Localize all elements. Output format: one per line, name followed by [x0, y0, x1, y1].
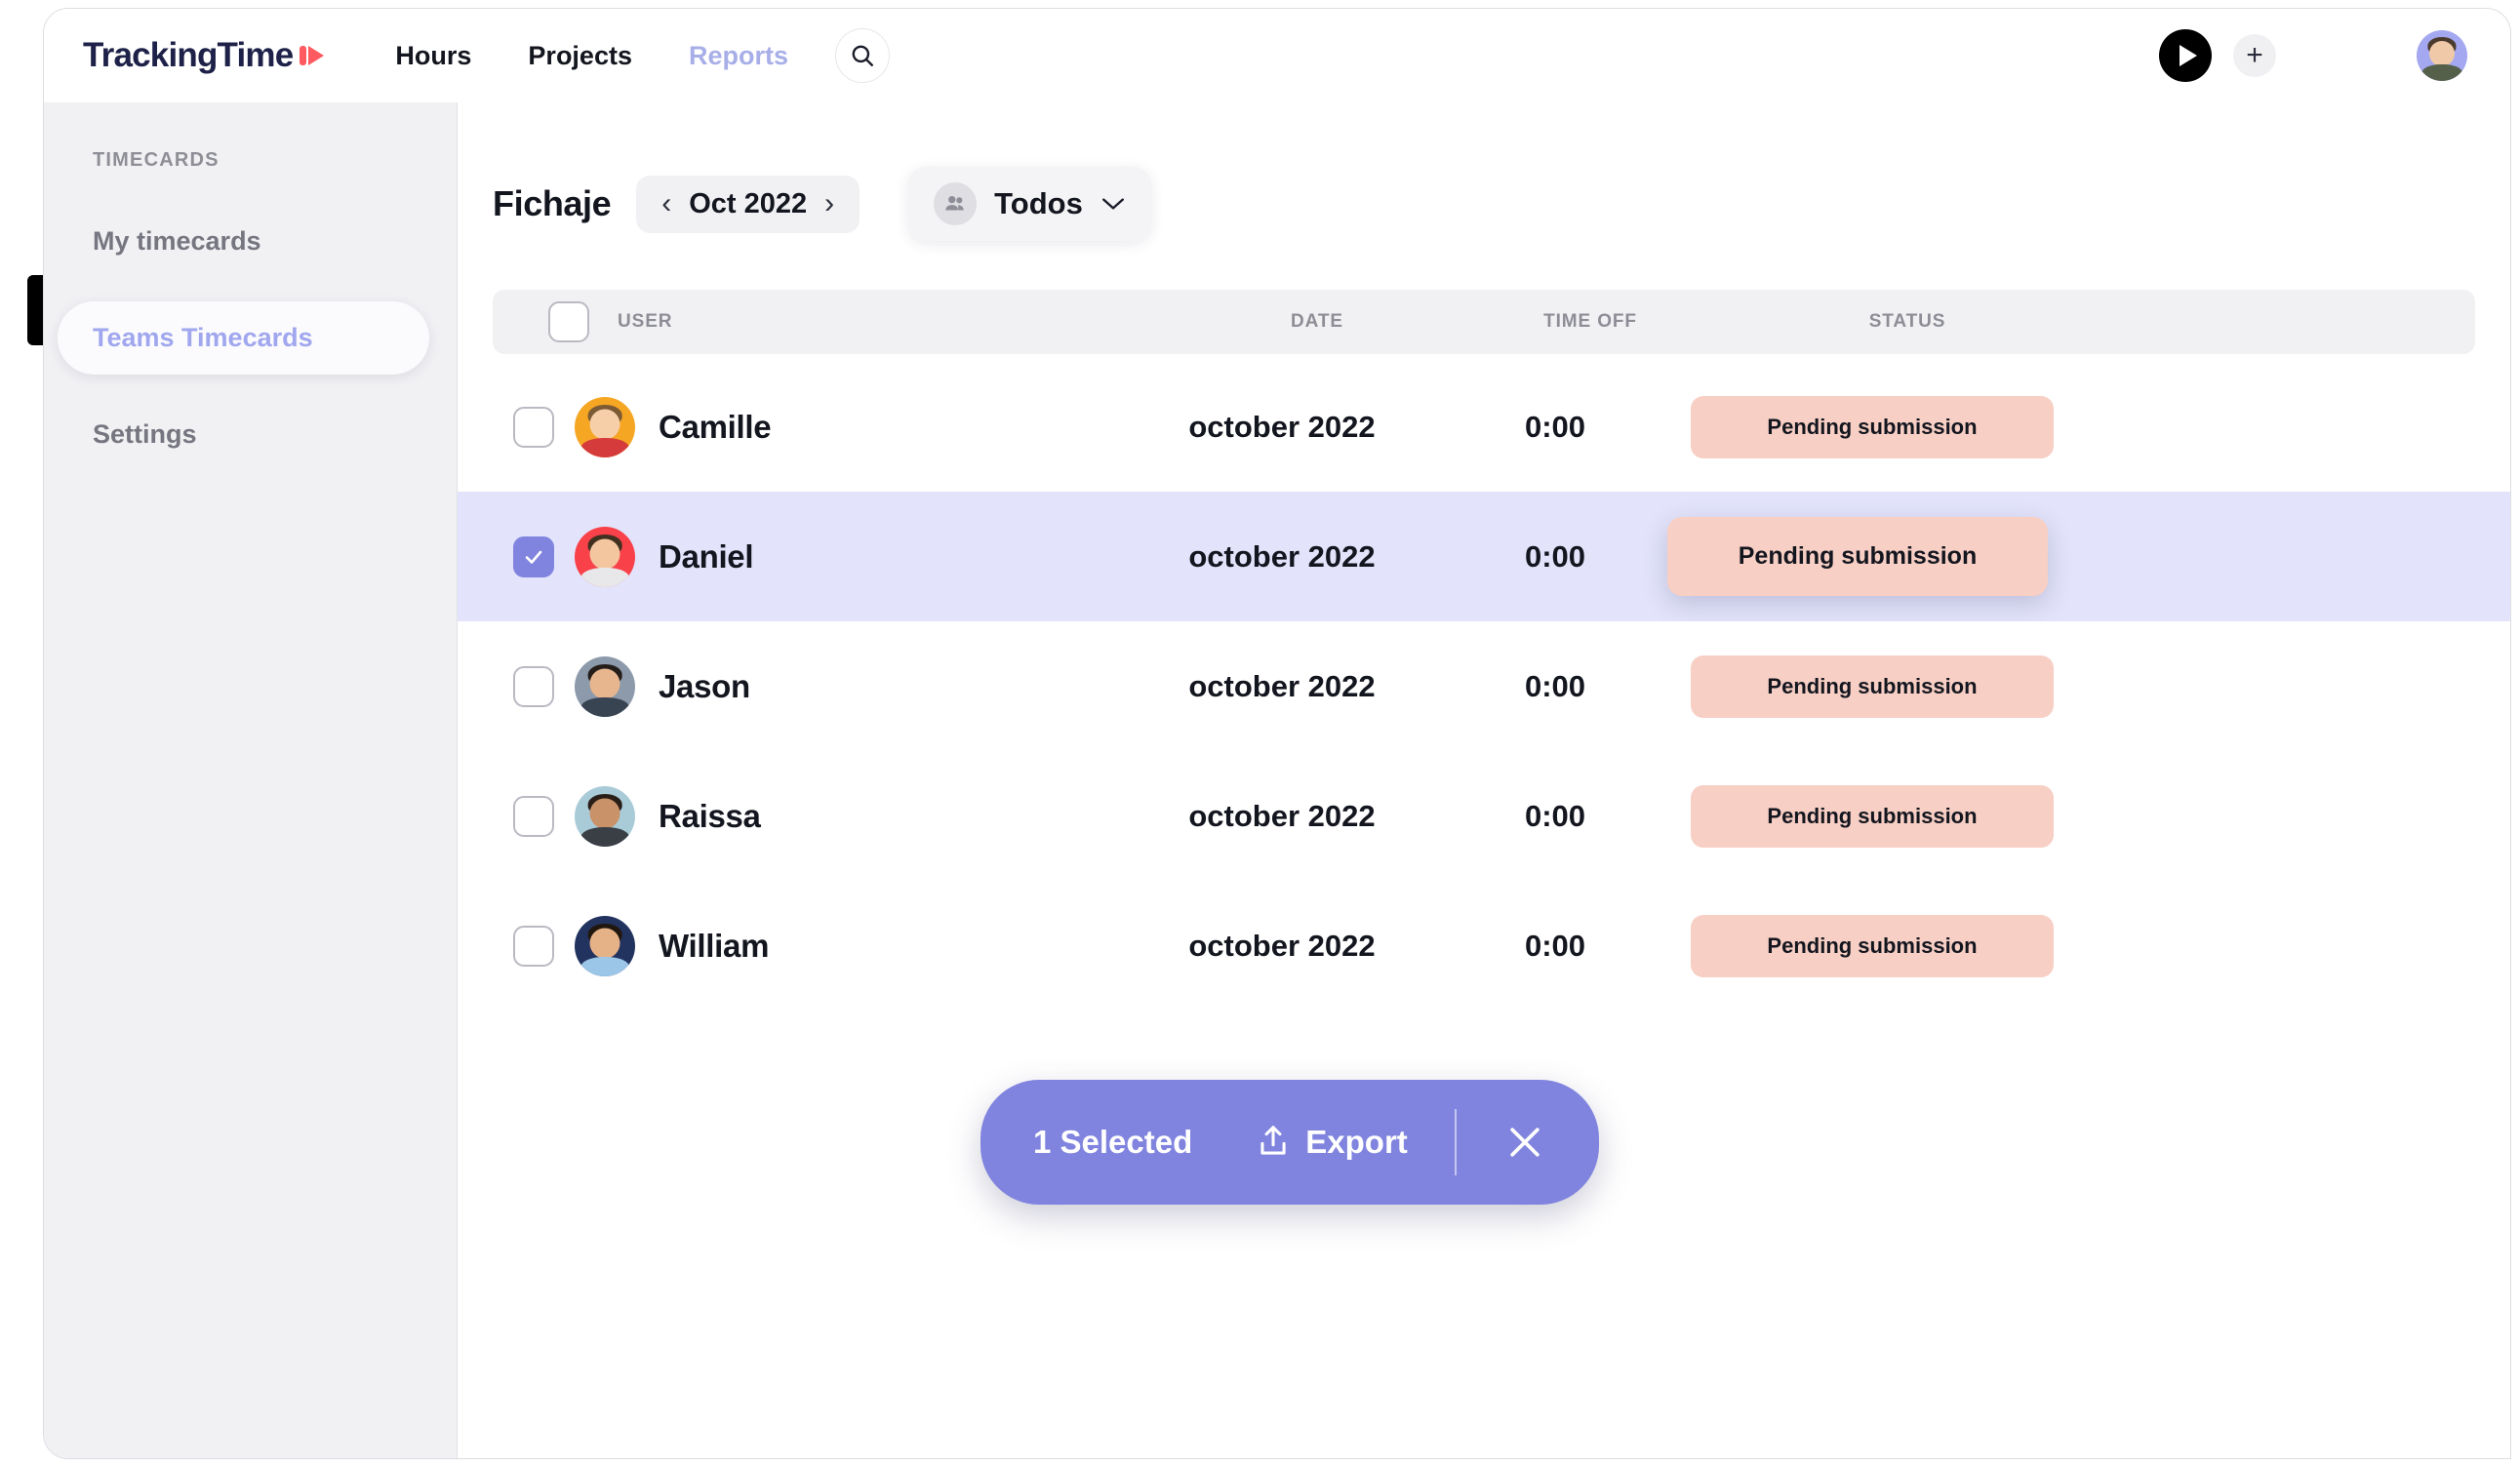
search-icon	[852, 45, 873, 66]
page-title: Fichaje	[493, 183, 612, 223]
status-badge[interactable]: Pending submission	[1667, 517, 2048, 596]
row-date: october 2022	[1188, 409, 1376, 444]
chevron-right-icon[interactable]: ›	[824, 189, 834, 218]
user-name: William	[659, 927, 770, 964]
export-label: Export	[1305, 1124, 1408, 1160]
upload-icon	[1260, 1126, 1286, 1155]
export-button[interactable]: Export	[1257, 1124, 1408, 1161]
row-checkbox[interactable]	[513, 406, 554, 448]
table-header-row: USER DATE TIME OFF STATUS	[493, 290, 2475, 354]
row-time-off: 0:00	[1524, 928, 1586, 963]
group-users-icon	[934, 182, 978, 225]
row-select-cell	[458, 795, 575, 837]
selected-count-label: 1 Selected	[1033, 1124, 1193, 1160]
window-body: TIMECARDS My timecards Teams Timecards S…	[44, 102, 2510, 1458]
sidebar-item-my-timecards[interactable]: My timecards	[44, 213, 457, 270]
close-action-bar-button[interactable]	[1503, 1121, 1546, 1164]
row-date: october 2022	[1188, 798, 1376, 833]
table-row[interactable]: Jason october 2022 0:00 Pending submissi…	[458, 621, 2510, 751]
select-all-cell	[493, 301, 610, 342]
column-header-status: STATUS	[1868, 311, 1946, 332]
row-user-cell: Daniel	[575, 526, 1121, 587]
chevron-left-icon[interactable]: ‹	[661, 189, 671, 218]
play-icon	[2179, 45, 2197, 66]
sidebar: TIMECARDS My timecards Teams Timecards S…	[44, 102, 458, 1458]
status-badge[interactable]: Pending submission	[1691, 784, 2054, 848]
app-logo[interactable]: TrackingTime	[83, 36, 325, 75]
sidebar-item-settings[interactable]: Settings	[44, 406, 457, 463]
main-content: Fichaje ‹ Oct 2022 › Todos USER DATE TIM…	[458, 102, 2510, 1458]
select-all-checkbox[interactable]	[548, 301, 589, 342]
check-icon	[525, 550, 542, 564]
row-user-cell: Jason	[575, 655, 1121, 717]
row-checkbox[interactable]	[513, 665, 554, 707]
chevron-down-icon	[1101, 198, 1124, 210]
page-header: Fichaje ‹ Oct 2022 › Todos	[458, 167, 2510, 241]
start-timer-button[interactable]	[2159, 29, 2212, 82]
avatar	[575, 396, 635, 457]
month-navigator[interactable]: ‹ Oct 2022 ›	[636, 175, 860, 233]
row-time-off: 0:00	[1524, 538, 1586, 574]
logo-text: TrackingTime	[83, 36, 294, 74]
avatar	[575, 915, 635, 976]
column-header-time-off: TIME OFF	[1543, 311, 1637, 332]
row-time-off: 0:00	[1524, 668, 1586, 703]
status-badge[interactable]: Pending submission	[1691, 655, 2054, 718]
table-row[interactable]: Camille october 2022 0:00 Pending submis…	[458, 362, 2510, 492]
column-header-date: DATE	[1291, 311, 1343, 332]
desktop-background: TrackingTime Hours Projects Reports + TI…	[0, 0, 2520, 1468]
close-icon	[1510, 1128, 1540, 1157]
table-row[interactable]: William october 2022 0:00 Pending submis…	[458, 881, 2510, 1011]
row-select-cell	[458, 536, 575, 577]
timecards-table: USER DATE TIME OFF STATUS Camille octobe…	[458, 290, 2510, 1011]
nav-item-reports[interactable]: Reports	[689, 41, 788, 71]
table-row[interactable]: Daniel october 2022 0:00 Pending submiss…	[458, 492, 2510, 621]
table-row[interactable]: Raissa october 2022 0:00 Pending submiss…	[458, 751, 2510, 881]
row-select-cell	[458, 406, 575, 448]
bulk-action-bar: 1 Selected Export	[980, 1080, 1599, 1205]
nav-item-projects[interactable]: Projects	[528, 41, 632, 71]
row-checkbox[interactable]	[513, 795, 554, 837]
nav-item-hours[interactable]: Hours	[395, 41, 471, 71]
row-user-cell: Raissa	[575, 785, 1121, 847]
plus-icon: +	[2246, 39, 2263, 71]
top-navigation-bar: TrackingTime Hours Projects Reports +	[44, 9, 2510, 102]
user-name: Daniel	[659, 537, 754, 575]
column-header-user: USER	[618, 311, 673, 332]
row-select-cell	[458, 925, 575, 967]
application-window: TrackingTime Hours Projects Reports + TI…	[43, 8, 2511, 1459]
user-avatar[interactable]	[2417, 30, 2467, 81]
row-checkbox[interactable]	[513, 536, 554, 577]
team-filter-label: Todos	[994, 186, 1083, 220]
play-logo-mark-icon	[300, 43, 325, 68]
primary-nav: Hours Projects Reports	[395, 41, 788, 71]
row-time-off: 0:00	[1524, 798, 1586, 833]
sidebar-heading: TIMECARDS	[93, 149, 220, 171]
row-user-cell: William	[575, 915, 1121, 976]
topbar-actions: +	[2159, 9, 2467, 102]
month-label: Oct 2022	[689, 187, 808, 219]
user-name: Raissa	[659, 797, 761, 834]
row-checkbox[interactable]	[513, 925, 554, 967]
avatar	[575, 655, 635, 717]
add-button[interactable]: +	[2233, 34, 2276, 77]
status-badge[interactable]: Pending submission	[1691, 395, 2054, 458]
sidebar-item-teams-timecards[interactable]: Teams Timecards	[58, 301, 429, 375]
user-name: Camille	[659, 408, 772, 445]
action-bar-divider	[1454, 1109, 1457, 1175]
team-filter-dropdown[interactable]: Todos	[908, 167, 1151, 241]
row-date: october 2022	[1188, 668, 1376, 703]
row-user-cell: Camille	[575, 396, 1121, 457]
avatar	[575, 785, 635, 847]
search-button[interactable]	[835, 28, 890, 83]
row-time-off: 0:00	[1524, 409, 1586, 444]
user-name: Jason	[659, 667, 750, 704]
row-date: october 2022	[1188, 928, 1376, 963]
row-select-cell	[458, 665, 575, 707]
row-date: october 2022	[1188, 538, 1376, 574]
status-badge[interactable]: Pending submission	[1691, 914, 2054, 977]
avatar	[575, 526, 635, 587]
